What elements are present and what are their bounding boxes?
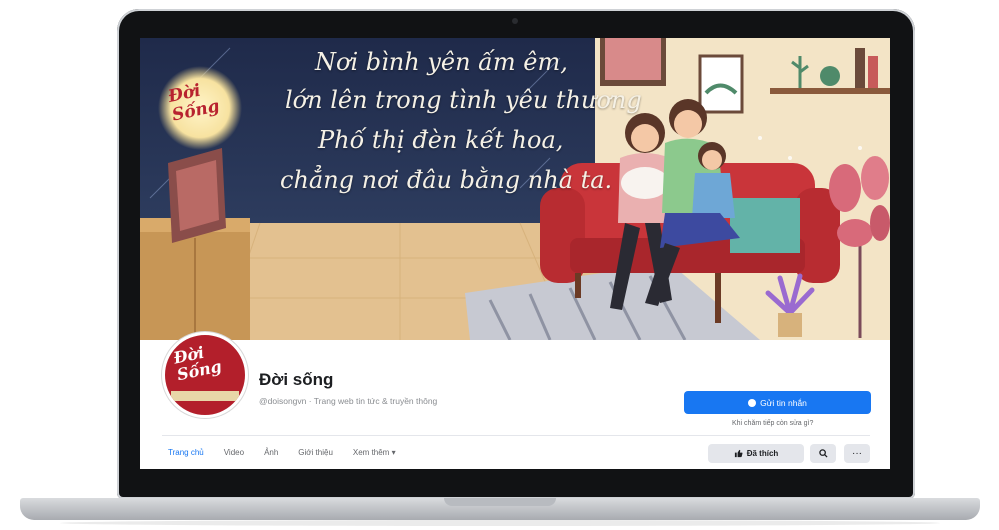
search-icon xyxy=(818,449,828,458)
cover-quote-line-1: Nơi bình yên ấm êm, xyxy=(315,48,568,76)
laptop-notch xyxy=(444,498,556,506)
tab-more[interactable]: Xem thêm ▾ xyxy=(353,448,396,457)
avatar-logo-text: Đời Sống xyxy=(172,341,224,385)
more-options-button[interactable]: ··· xyxy=(844,444,870,463)
page-title: Đời sống xyxy=(259,370,334,389)
thumbs-up-icon xyxy=(734,449,743,458)
facebook-page-screen: Đời Sống Nơi bình yên ấm êm, lớn lên tro… xyxy=(140,38,890,469)
wall-shelf xyxy=(770,88,890,94)
send-message-button[interactable]: Gửi tin nhắn xyxy=(684,391,871,414)
tab-home[interactable]: Trang chủ xyxy=(168,448,204,457)
header-divider xyxy=(162,435,870,436)
laptop-shadow xyxy=(60,520,940,526)
avatar[interactable]: Đời Sống xyxy=(162,332,248,418)
help-link[interactable]: Khi chăm tiếp còn sửa gì? xyxy=(732,420,813,427)
page-handle: @doisongvn · Trang web tin tức & truyền … xyxy=(259,396,438,406)
tab-video[interactable]: Video xyxy=(224,448,244,457)
laptop-camera xyxy=(512,18,518,24)
tab-about[interactable]: Giới thiệu xyxy=(298,448,333,457)
page-tabs: Trang chủ Video Ảnh Giới thiệu Xem thêm … xyxy=(168,448,416,457)
messenger-icon xyxy=(748,398,757,407)
liked-label: Đã thích xyxy=(746,449,779,458)
avatar-stripe xyxy=(171,391,239,401)
cover-quote-line-4: chẳng nơi đâu bằng nhà ta. xyxy=(280,166,613,194)
child-body xyxy=(692,173,735,218)
more-icon: ··· xyxy=(852,448,862,459)
cover-photo: Đời Sống Nơi bình yên ấm êm, lớn lên tro… xyxy=(140,38,890,340)
tab-photos[interactable]: Ảnh xyxy=(264,448,278,457)
cover-quote-line-2: lớn lên trong tình yêu thương xyxy=(285,86,642,114)
liked-button[interactable]: Đã thích xyxy=(708,444,804,463)
cover-quote-line-3: Phố thị đèn kết hoa, xyxy=(318,126,564,154)
search-button[interactable] xyxy=(810,444,836,463)
baby xyxy=(621,167,669,199)
page-header: Đời Sống Đời sống @doisongvn · Trang web… xyxy=(140,332,890,469)
blanket xyxy=(730,198,800,253)
send-message-label: Gửi tin nhắn xyxy=(760,397,807,408)
